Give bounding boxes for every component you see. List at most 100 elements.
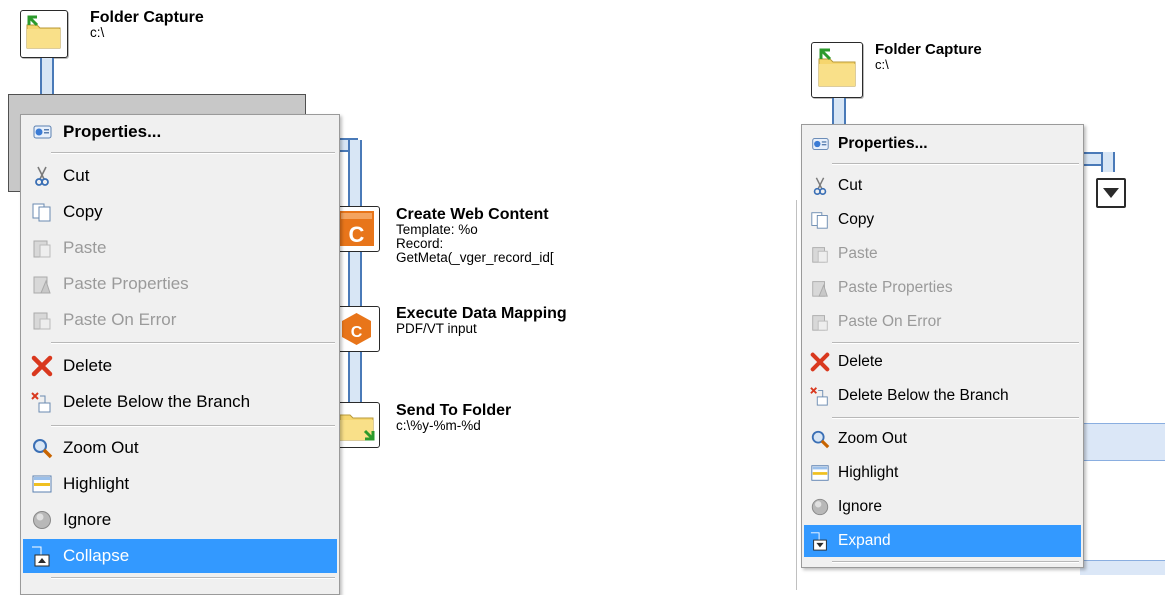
menu-item-paste-on-error[interactable]: Paste On Error xyxy=(804,307,1081,337)
menu-item-label: Paste On Error xyxy=(63,310,177,329)
collapse-icon xyxy=(31,545,53,567)
menu-item-label: Paste xyxy=(63,238,107,257)
folder-send-icon xyxy=(339,414,375,441)
create-web-content-node[interactable]: C xyxy=(334,206,380,252)
task-title: Create Web Content xyxy=(396,206,549,223)
delete-below-icon xyxy=(31,391,53,413)
menu-item-cut[interactable]: Cut xyxy=(23,161,337,191)
menu-item-delete-below[interactable]: Delete Below the Branch xyxy=(804,381,1081,411)
paste-properties-icon xyxy=(31,273,53,295)
menu-item-paste[interactable]: Paste xyxy=(804,239,1081,269)
task-detail: Template: %o xyxy=(396,222,478,237)
node-title: Folder Capture xyxy=(875,41,982,58)
folder-icon xyxy=(26,15,61,49)
paste-properties-icon xyxy=(810,278,830,298)
menu-item-cut[interactable]: Cut xyxy=(804,171,1081,201)
menu-item-label: Paste Properties xyxy=(63,274,189,293)
menu-item-highlight[interactable]: Highlight xyxy=(804,458,1081,488)
menu-item-label: Cut xyxy=(838,177,863,194)
expand-icon xyxy=(810,531,830,551)
connector xyxy=(832,98,846,124)
highlight-icon xyxy=(810,463,830,483)
menu-item-label: Highlight xyxy=(63,474,130,493)
menu-item-delete[interactable]: Delete xyxy=(804,347,1081,377)
send-to-folder-node[interactable] xyxy=(334,402,380,448)
connector xyxy=(40,58,54,98)
task-title: Send To Folder xyxy=(396,402,512,419)
menu-item-properties[interactable]: Properties... xyxy=(804,129,1081,159)
menu-item-properties[interactable]: Properties... xyxy=(23,117,337,147)
svg-text:C: C xyxy=(351,324,363,341)
menu-item-label: Paste On Error xyxy=(838,313,942,330)
highlight-icon xyxy=(31,473,53,495)
menu-item-label: Ignore xyxy=(838,498,882,515)
menu-separator xyxy=(832,417,1079,419)
menu-item-label: Delete Below the Branch xyxy=(838,387,1009,404)
menu-separator xyxy=(51,577,335,579)
menu-item-delete[interactable]: Delete xyxy=(23,351,337,381)
menu-item-copy[interactable]: Copy xyxy=(804,205,1081,235)
folder-icon xyxy=(818,48,856,87)
copy-icon xyxy=(810,210,830,230)
menu-item-label: Paste xyxy=(838,245,878,262)
menu-item-label: Paste Properties xyxy=(838,279,953,296)
menu-item-label: Ignore xyxy=(63,510,112,529)
paste-on-error-icon xyxy=(31,309,53,331)
scissors-icon xyxy=(810,176,830,196)
data-mapping-icon: C xyxy=(341,313,372,345)
web-content-icon: C xyxy=(339,211,374,247)
menu-item-zoom-out[interactable]: Zoom Out xyxy=(804,424,1081,454)
task-detail: GetMeta(_vger_record_id[ xyxy=(396,250,554,265)
menu-item-paste-on-error[interactable]: Paste On Error xyxy=(23,305,337,335)
node-title: Folder Capture xyxy=(90,9,204,26)
menu-item-collapse[interactable]: Collapse xyxy=(23,539,337,573)
menu-item-label: Properties... xyxy=(63,122,162,141)
paste-on-error-icon xyxy=(810,312,830,332)
menu-item-paste[interactable]: Paste xyxy=(23,233,337,263)
menu-item-delete-below[interactable]: Delete Below the Branch xyxy=(23,387,337,417)
delete-below-icon xyxy=(810,386,830,406)
properties-icon xyxy=(31,121,53,143)
svg-text:C: C xyxy=(349,222,365,247)
menu-item-ignore[interactable]: Ignore xyxy=(804,492,1081,522)
paste-icon xyxy=(31,237,53,259)
magnifier-icon xyxy=(31,437,53,459)
menu-item-paste-properties[interactable]: Paste Properties xyxy=(23,269,337,299)
execute-data-mapping-node[interactable]: C xyxy=(334,306,380,352)
node-path: c:\ xyxy=(90,25,105,40)
ignore-circle-icon xyxy=(31,509,53,531)
task-detail: PDF/VT input xyxy=(396,321,477,336)
menu-item-label: Zoom Out xyxy=(838,430,907,447)
context-menu: Properties... Cut Copy Paste Paste Prope… xyxy=(20,114,340,595)
folder-capture-node[interactable] xyxy=(811,42,863,98)
magnifier-icon xyxy=(810,429,830,449)
menu-item-ignore[interactable]: Ignore xyxy=(23,505,337,535)
branch-band xyxy=(1080,560,1165,575)
task-detail: Record: xyxy=(396,236,444,251)
menu-item-zoom-out[interactable]: Zoom Out xyxy=(23,433,337,463)
folder-capture-node[interactable] xyxy=(20,10,68,58)
menu-separator xyxy=(51,342,335,344)
menu-item-copy[interactable]: Copy xyxy=(23,197,337,227)
menu-item-label: Zoom Out xyxy=(63,438,139,457)
menu-item-label: Delete xyxy=(838,353,883,370)
task-detail: c:\%y-%m-%d xyxy=(396,418,481,433)
menu-item-label: Collapse xyxy=(63,546,130,565)
menu-item-highlight[interactable]: Highlight xyxy=(23,469,337,499)
scissors-icon xyxy=(31,165,53,187)
menu-item-expand[interactable]: Expand xyxy=(804,525,1081,557)
copy-icon xyxy=(31,201,53,223)
menu-separator xyxy=(832,561,1079,563)
connector xyxy=(348,140,362,420)
menu-item-paste-properties[interactable]: Paste Properties xyxy=(804,273,1081,303)
context-menu: Properties... Cut Copy Paste Paste Prope… xyxy=(801,124,1084,568)
menu-separator xyxy=(832,342,1079,344)
node-path: c:\ xyxy=(875,57,889,72)
expand-dropdown-icon[interactable] xyxy=(1096,178,1126,208)
menu-item-label: Delete Below the Branch xyxy=(63,392,251,411)
menu-item-label: Expand xyxy=(838,532,891,549)
delete-x-icon xyxy=(810,352,830,372)
menu-item-label: Cut xyxy=(63,166,90,185)
properties-icon xyxy=(810,134,830,154)
menu-item-label: Properties... xyxy=(838,135,928,152)
